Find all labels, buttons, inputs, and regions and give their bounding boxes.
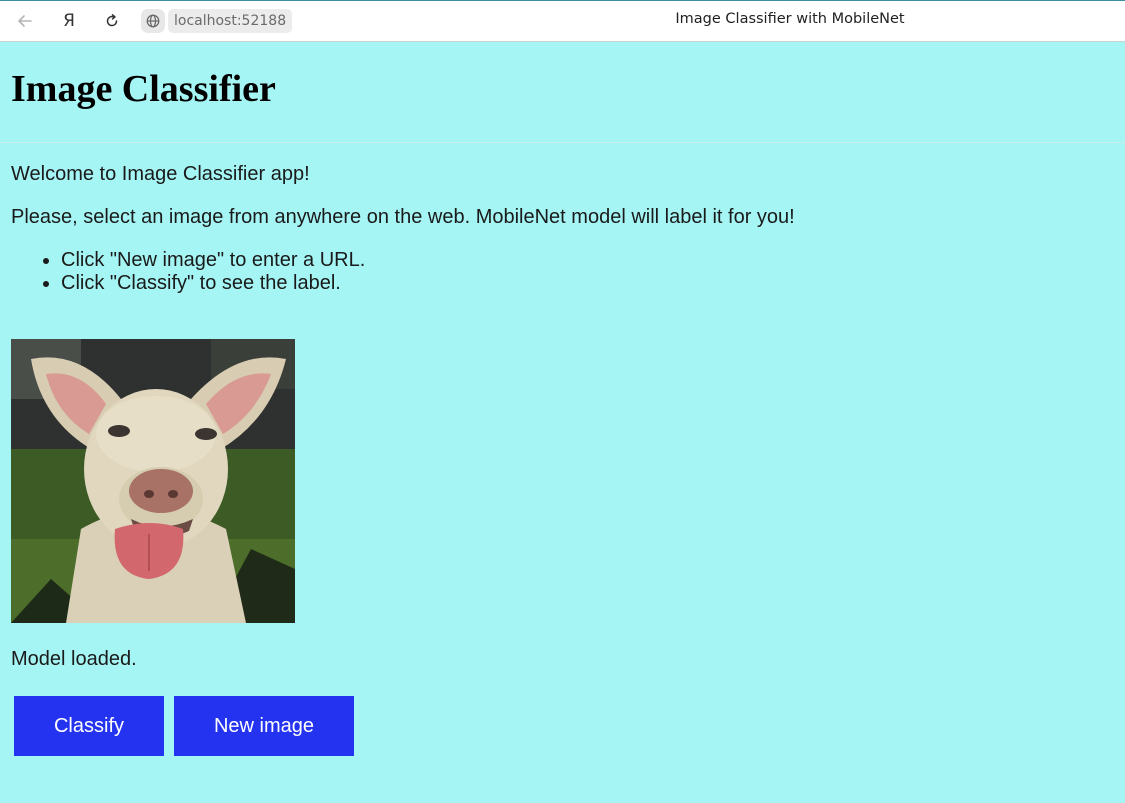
list-item: Click "New image" to enter a URL.: [61, 249, 365, 272]
steps-list: Click "New image" to enter a URL. Click …: [11, 249, 365, 295]
instructions-text: Please, select an image from anywhere on…: [11, 206, 795, 228]
classify-button[interactable]: Classify: [14, 696, 164, 756]
dog-image: [11, 339, 295, 623]
yandex-logo-icon: Я: [63, 11, 75, 31]
back-button[interactable]: [12, 8, 38, 34]
page-heading: Image Classifier: [11, 68, 276, 110]
tab-title: Image Classifier with MobileNet: [675, 11, 905, 27]
yandex-button[interactable]: Я: [56, 8, 82, 34]
browser-toolbar: Я localhost:52188 Image Classifier with …: [0, 0, 1125, 42]
reload-button[interactable]: [99, 8, 125, 34]
dog-photo-icon: [11, 339, 295, 623]
horizontal-rule: [0, 142, 1125, 143]
arrow-left-icon: [18, 15, 32, 27]
list-item: Click "Classify" to see the label.: [61, 272, 365, 295]
new-image-button[interactable]: New image: [174, 696, 354, 756]
reload-icon: [106, 14, 118, 27]
site-info-button[interactable]: [141, 9, 165, 33]
address-bar[interactable]: localhost:52188: [141, 9, 293, 33]
url-text[interactable]: localhost:52188: [168, 9, 293, 33]
welcome-text: Welcome to Image Classifier app!: [11, 163, 310, 185]
window-top-edge: [0, 0, 1125, 1]
globe-icon: [146, 14, 160, 28]
page-content: Image Classifier Welcome to Image Classi…: [0, 42, 1125, 803]
status-text: Model loaded.: [11, 648, 137, 670]
